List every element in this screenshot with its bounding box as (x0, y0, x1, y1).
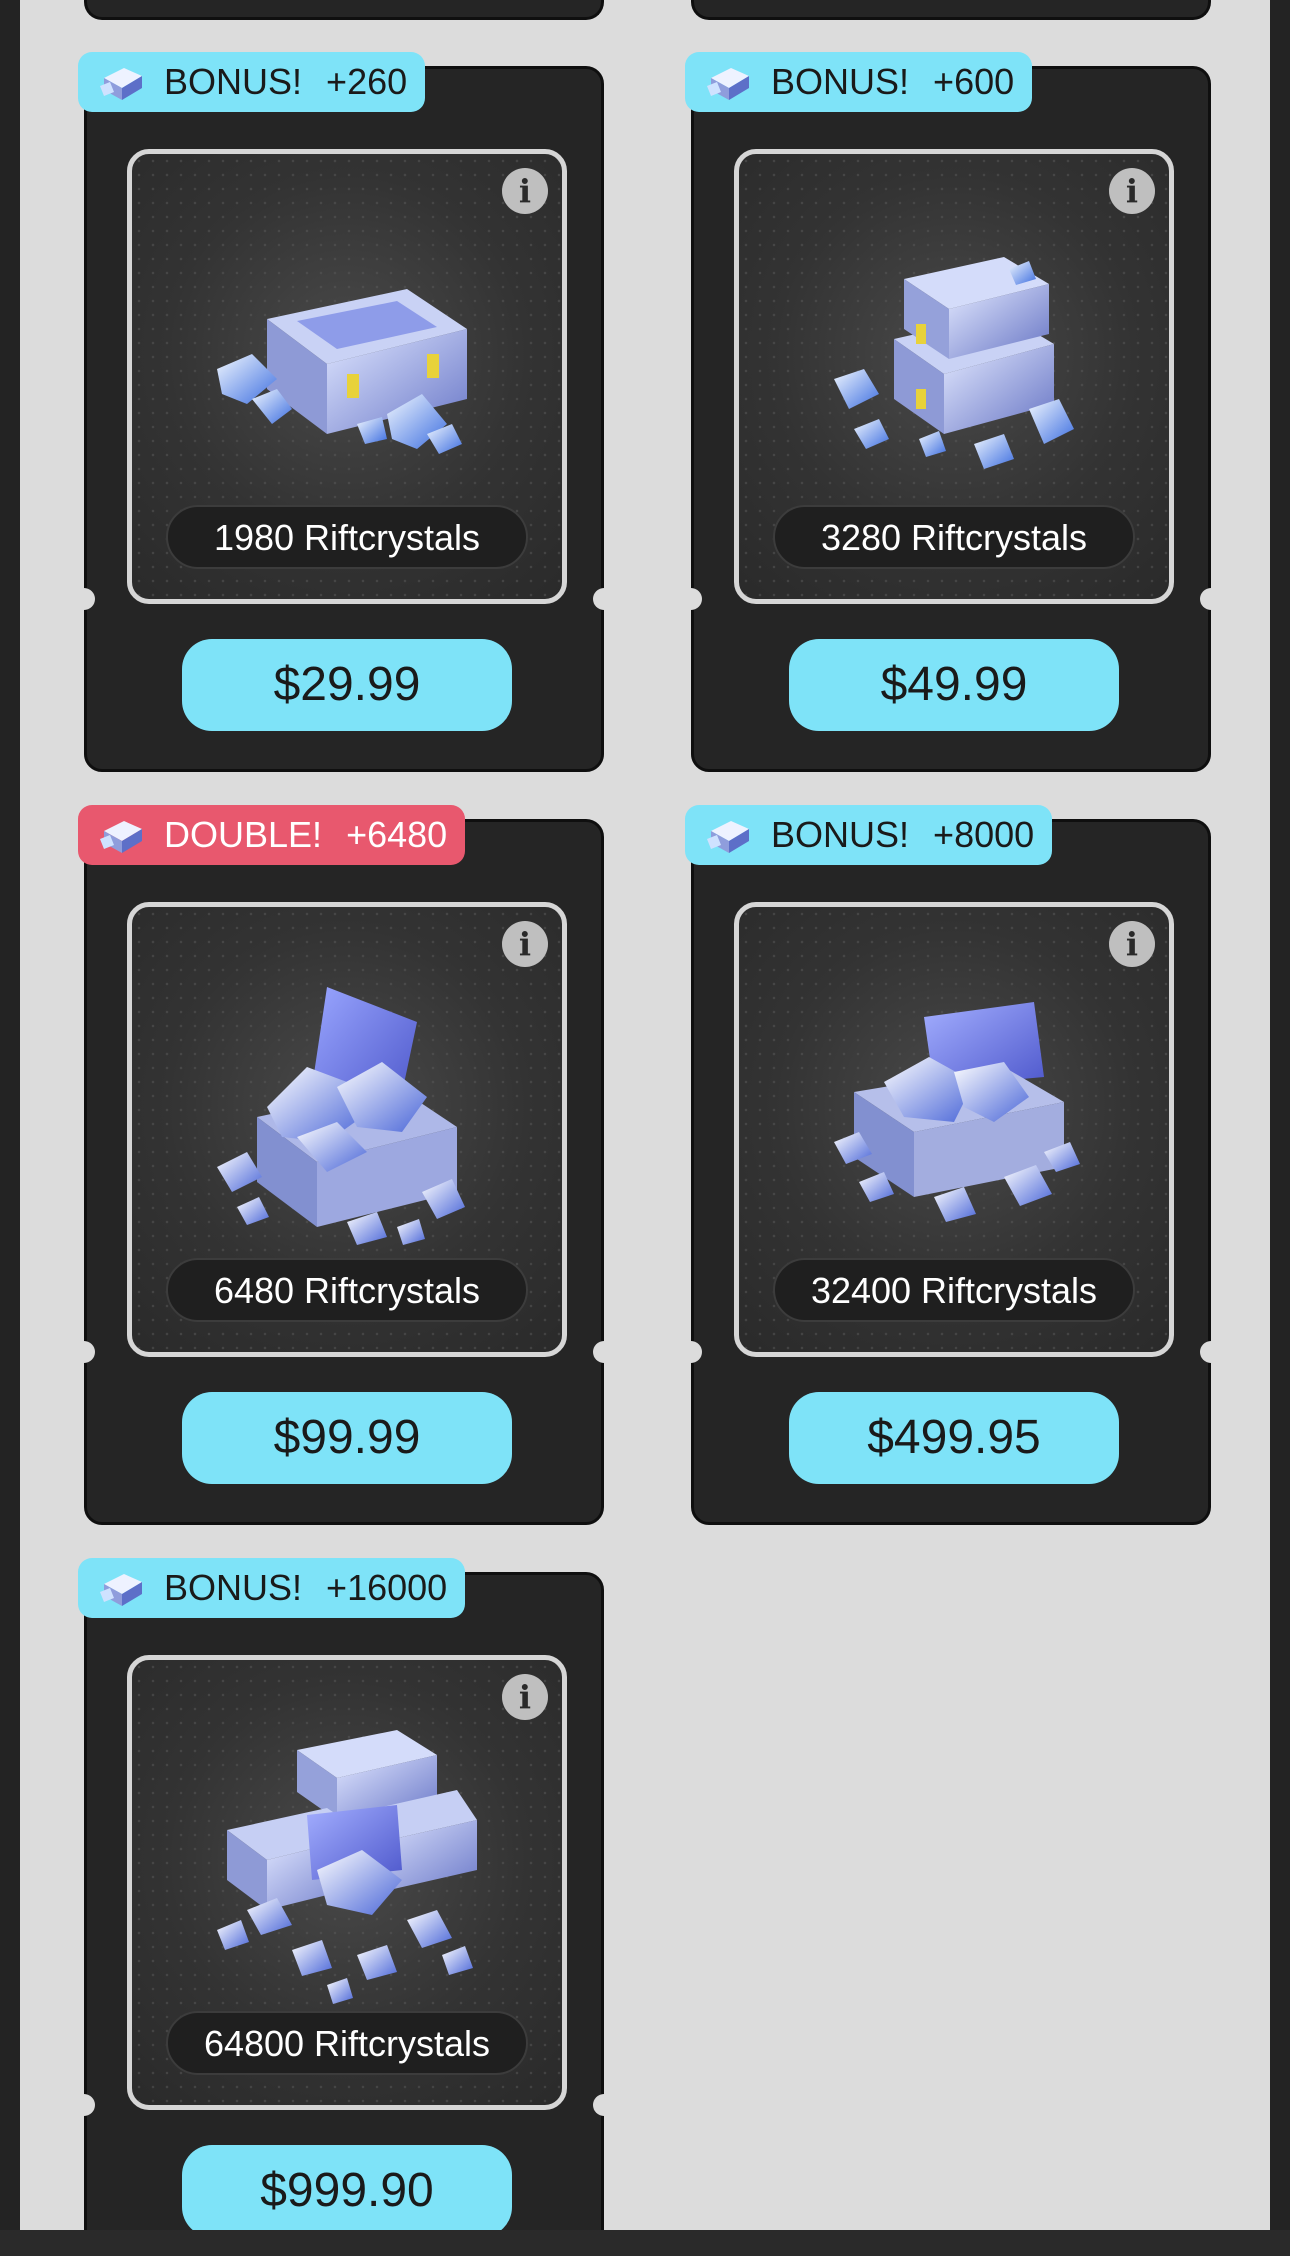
card-notch (593, 2094, 615, 2116)
pack-card[interactable]: i (680, 66, 1222, 772)
pack-card[interactable]: i (680, 819, 1222, 1525)
card-notch (73, 2094, 95, 2116)
card-notch (593, 588, 615, 610)
card-notch (680, 588, 702, 610)
pack-image-frame[interactable]: i (127, 149, 567, 604)
price-button[interactable]: $499.95 (789, 1392, 1119, 1484)
crystal-crate-icon (100, 1574, 142, 1606)
wide-open-crate-icon (834, 1001, 1080, 1222)
pack-card[interactable]: i (73, 819, 615, 1525)
pack-card[interactable]: i (73, 66, 615, 772)
crystal-crate-icon (707, 68, 749, 100)
bonus-badge: BONUS! +16000 (78, 1558, 466, 1618)
card-notch (680, 1341, 702, 1363)
badge-label: BONUS! (164, 1567, 303, 1608)
double-badge: DOUBLE! +6480 (78, 805, 466, 865)
open-crate-icon (217, 986, 465, 1245)
badge-label: BONUS! (771, 814, 910, 855)
crystal-crate-icon (100, 821, 142, 853)
previous-pack-card (84, 0, 604, 20)
stacked-crates-icon (834, 256, 1074, 469)
pack-image-frame[interactable]: i (127, 1655, 567, 2110)
bonus-badge: BONUS! +600 (685, 52, 1033, 112)
bonus-badge: BONUS! +8000 (685, 805, 1053, 865)
crystal-crate-icon (707, 821, 749, 853)
pack-card[interactable]: i (73, 1572, 615, 2230)
pack-image-frame[interactable]: i (127, 902, 567, 1357)
pack-name-label: 3280 Riftcrystals (773, 505, 1135, 569)
right-frame (1270, 0, 1290, 2256)
card-notch (1200, 1341, 1222, 1363)
pack-name-label: 1980 Riftcrystals (166, 505, 528, 569)
pack-name-label: 64800 Riftcrystals (166, 2011, 528, 2075)
badge-amount: +600 (933, 61, 1015, 102)
badge-label: BONUS! (164, 61, 303, 102)
bonus-badge: BONUS! +260 (78, 52, 426, 112)
pack-image-frame[interactable]: i (734, 902, 1174, 1357)
info-icon[interactable]: i (1109, 168, 1155, 214)
badge-amount: +16000 (326, 1567, 448, 1608)
info-icon[interactable]: i (1109, 921, 1155, 967)
card-notch (593, 1341, 615, 1363)
badge-label: BONUS! (771, 61, 910, 102)
badge-amount: +8000 (933, 814, 1035, 855)
price-button[interactable]: $99.99 (182, 1392, 512, 1484)
single-crate-icon (217, 288, 467, 454)
card-notch (73, 588, 95, 610)
pack-name-label: 32400 Riftcrystals (773, 1258, 1135, 1322)
shop-panel[interactable]: i 1980 Riftcrystals $29.99 BONUS! +260 i… (20, 0, 1270, 2230)
bottom-bar (0, 2230, 1290, 2256)
previous-pack-card (691, 0, 1211, 20)
price-button[interactable]: $29.99 (182, 639, 512, 731)
pack-image-frame[interactable]: i (734, 149, 1174, 604)
info-icon[interactable]: i (502, 168, 548, 214)
info-icon[interactable]: i (502, 1674, 548, 1720)
card-notch (1200, 588, 1222, 610)
price-button[interactable]: $999.90 (182, 2145, 512, 2230)
info-icon[interactable]: i (502, 921, 548, 967)
crate-pile-icon (217, 1729, 477, 2004)
crystal-crate-icon (100, 68, 142, 100)
badge-amount: +6480 (346, 814, 448, 855)
badge-amount: +260 (326, 61, 408, 102)
badge-label: DOUBLE! (164, 814, 323, 855)
pack-name-label: 6480 Riftcrystals (166, 1258, 528, 1322)
price-button[interactable]: $49.99 (789, 639, 1119, 731)
left-frame (0, 0, 20, 2256)
card-notch (73, 1341, 95, 1363)
